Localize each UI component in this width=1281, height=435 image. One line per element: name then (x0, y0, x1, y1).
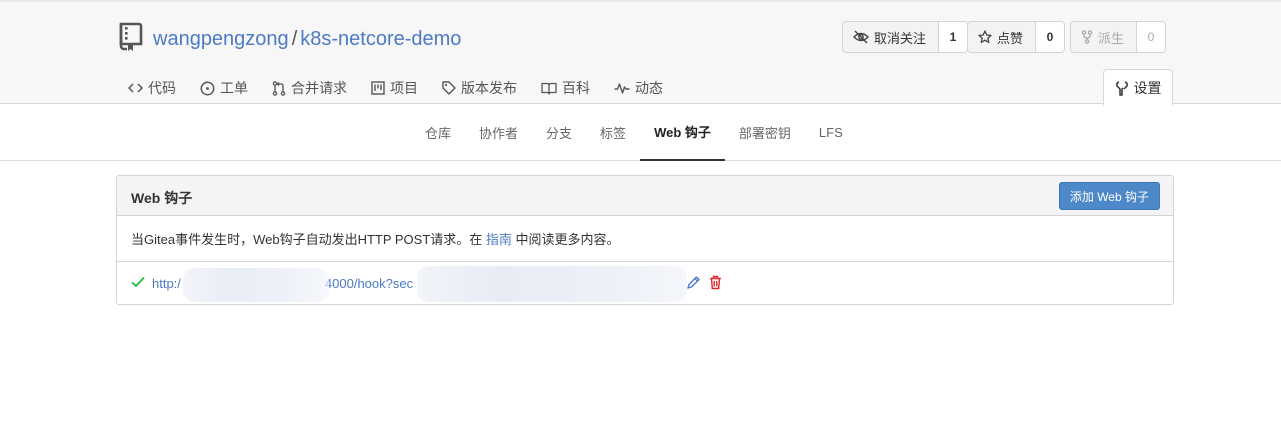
trash-icon[interactable] (709, 275, 722, 290)
unwatch-button-group: 取消关注 1 (842, 21, 969, 53)
fork-icon (1081, 30, 1093, 44)
unwatch-button[interactable]: 取消关注 (843, 22, 940, 52)
settings-subnav-items: 仓库 协作者 分支 标签 Web 钩子 部署密钥 LFS (411, 104, 857, 161)
tools-icon (1115, 80, 1128, 96)
subnav-branches[interactable]: 分支 (532, 104, 586, 160)
check-icon (131, 276, 145, 288)
project-icon (371, 81, 385, 95)
repo-nav: 代码 工单 合并请求 项目 版本发布 百科 动态 (128, 78, 687, 98)
forks-count[interactable]: 0 (1137, 22, 1166, 52)
settings-subnav: 仓库 协作者 分支 标签 Web 钩子 部署密钥 LFS (0, 104, 1281, 161)
webhooks-panel: Web 钩子 添加 Web 钩子 当Gitea事件发生时，Web钩子自动发出HT… (116, 175, 1174, 305)
nav-issues[interactable]: 工单 (200, 78, 248, 98)
subnav-tags[interactable]: 标签 (586, 104, 640, 160)
pulse-icon (614, 83, 630, 94)
issue-icon (200, 81, 215, 95)
star-button-group: 点赞 0 (967, 21, 1066, 53)
code-icon (128, 83, 143, 93)
webhooks-description: 当Gitea事件发生时，Web钩子自动发出HTTP POST请求。在 指南 中阅… (117, 216, 1173, 262)
webhook-url-start: http:/ (152, 276, 181, 291)
repo-separator: / (291, 28, 298, 50)
nav-activity-label: 动态 (635, 80, 663, 96)
nav-activity[interactable]: 动态 (614, 78, 663, 98)
nav-issues-label: 工单 (220, 80, 248, 96)
pencil-icon[interactable] (686, 275, 701, 290)
nav-settings[interactable]: 设置 (1103, 69, 1173, 106)
nav-wiki[interactable]: 百科 (541, 78, 590, 98)
webhooks-panel-title: Web 钩子 (131, 190, 193, 206)
add-webhook-button[interactable]: 添加 Web 钩子 (1058, 182, 1160, 210)
redaction-blur (417, 266, 687, 302)
subnav-repository[interactable]: 仓库 (411, 104, 465, 160)
subnav-deploy-keys[interactable]: 部署密钥 (725, 104, 805, 160)
webhook-item: http:/ 4000/hook?sec (117, 262, 1173, 304)
guide-link[interactable]: 指南 (486, 232, 512, 247)
repo-title: wangpengzong / k8s-netcore-demo (153, 26, 461, 52)
fork-button-group: 派生 0 (1070, 21, 1167, 53)
nav-code[interactable]: 代码 (128, 78, 176, 98)
webhook-url-mid: 4000/hook?sec (324, 276, 414, 291)
nav-pulls-label: 合并请求 (291, 80, 347, 96)
stars-count[interactable]: 0 (1036, 22, 1065, 52)
webhooks-description-suffix: 中阅读更多内容。 (511, 232, 620, 247)
webhooks-panel-header: Web 钩子 添加 Web 钩子 (117, 176, 1173, 216)
repo-header: wangpengzong / k8s-netcore-demo 取消关注 1 点赞 … (0, 2, 1281, 106)
nav-code-label: 代码 (148, 80, 176, 96)
nav-wiki-label: 百科 (562, 80, 590, 96)
fork-label: 派生 (1098, 30, 1125, 46)
subnav-lfs[interactable]: LFS (805, 104, 857, 160)
nav-releases[interactable]: 版本发布 (442, 78, 517, 98)
nav-projects-label: 项目 (390, 80, 418, 96)
redaction-blur (183, 268, 329, 302)
subnav-webhooks[interactable]: Web 钩子 (640, 104, 725, 161)
unwatch-label: 取消关注 (874, 30, 927, 46)
star-button[interactable]: 点赞 (968, 22, 1037, 52)
nav-releases-label: 版本发布 (461, 80, 517, 96)
webhooks-description-prefix: 当Gitea事件发生时，Web钩子自动发出HTTP POST请求。在 (131, 232, 486, 247)
watchers-count[interactable]: 1 (939, 22, 968, 52)
repo-name-link[interactable]: k8s-netcore-demo (300, 26, 461, 52)
repo-icon (119, 22, 143, 51)
fork-button[interactable]: 派生 (1071, 22, 1138, 52)
nav-projects[interactable]: 项目 (371, 78, 418, 98)
eye-slash-icon (853, 30, 869, 44)
nav-settings-label: 设置 (1133, 80, 1162, 96)
nav-pulls[interactable]: 合并请求 (272, 78, 347, 98)
star-icon (978, 30, 992, 44)
subnav-collaborators[interactable]: 协作者 (465, 104, 532, 160)
pull-request-icon (272, 80, 286, 96)
tag-icon (442, 81, 456, 95)
star-label: 点赞 (997, 30, 1024, 46)
book-icon (541, 82, 557, 95)
repo-owner-link[interactable]: wangpengzong (153, 26, 289, 52)
